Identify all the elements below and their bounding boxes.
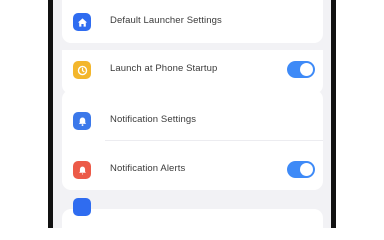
row-notification-settings[interactable]: Notification Settings — [62, 103, 323, 139]
alert-icon — [73, 161, 91, 179]
bell-icon — [73, 112, 91, 130]
toggle-knob — [300, 63, 313, 76]
clock-icon — [73, 61, 91, 79]
settings-card-next — [62, 209, 323, 228]
row-label: Launch at Phone Startup — [110, 63, 218, 74]
row-default-launcher-settings[interactable]: Default Launcher Settings — [62, 4, 323, 40]
row-notification-alerts[interactable]: Notification Alerts — [62, 152, 323, 188]
home-icon — [73, 13, 91, 31]
divider — [105, 140, 323, 141]
row-launch-at-phone-startup[interactable]: Launch at Phone Startup — [62, 52, 323, 88]
row-label: Default Launcher Settings — [110, 15, 222, 26]
launch-at-startup-toggle[interactable] — [287, 61, 315, 78]
toggle-knob — [300, 163, 313, 176]
row-label: Notification Settings — [110, 114, 197, 125]
phone-frame: Default Launcher Settings Launch at Phon… — [48, 0, 336, 228]
partial-row-icon — [73, 198, 91, 216]
notification-alerts-toggle[interactable] — [287, 161, 315, 178]
row-label: Notification Alerts — [110, 163, 186, 174]
